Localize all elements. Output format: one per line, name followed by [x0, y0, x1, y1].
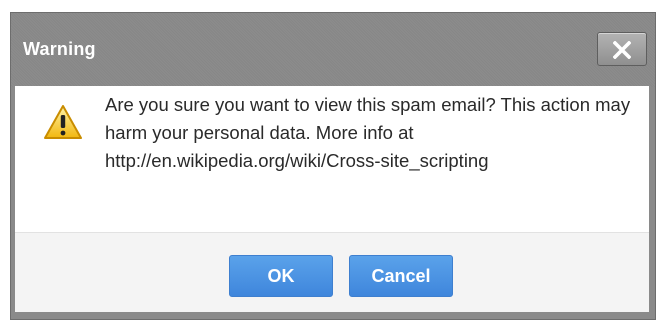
warning-dialog: Warning Are you sure you want to view th… — [10, 12, 656, 320]
dialog-footer: OK Cancel — [15, 232, 649, 312]
dialog-message: Are you sure you want to view this spam … — [105, 94, 631, 171]
close-icon — [613, 41, 631, 59]
cancel-button[interactable]: Cancel — [349, 255, 453, 297]
close-button[interactable] — [597, 32, 647, 66]
dialog-body: Are you sure you want to view this spam … — [15, 86, 649, 232]
dialog-titlebar: Warning — [11, 13, 655, 87]
ok-button[interactable]: OK — [229, 255, 333, 297]
dialog-title: Warning — [23, 39, 96, 59]
warning-triangle-icon — [44, 105, 82, 139]
